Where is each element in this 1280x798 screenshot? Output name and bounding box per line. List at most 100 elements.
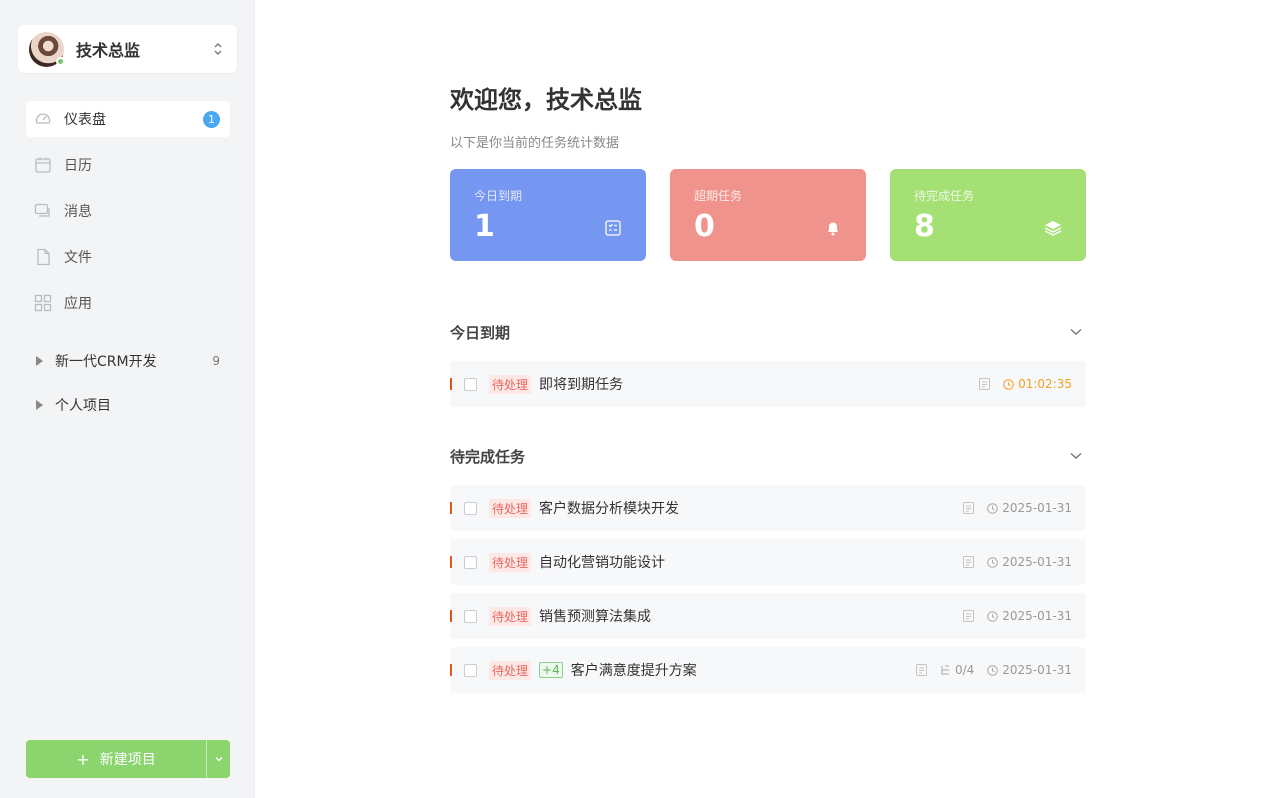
status-badge: 待处理	[489, 660, 532, 680]
stat-card-overdue[interactable]: 超期任务 0	[670, 169, 866, 261]
task-row[interactable]: 待处理 即将到期任务 01:02:35	[450, 361, 1086, 407]
calendar-icon	[34, 156, 52, 174]
section-title: 待完成任务	[450, 447, 526, 466]
nav-item-calendar[interactable]: 日历	[26, 147, 230, 183]
document-icon	[962, 610, 974, 622]
chevron-down-icon[interactable]	[1068, 324, 1084, 340]
plus-icon: +	[76, 749, 90, 769]
task-name: 自动化营销功能设计	[539, 555, 666, 571]
checklist-icon	[604, 219, 622, 237]
clock-icon	[986, 610, 998, 622]
clock-icon	[986, 556, 998, 568]
stat-card-due-today[interactable]: 今日到期 1	[450, 169, 646, 261]
sidebar: 技术总监 仪表盘 1 日历 消息 文件 应用 新一代CRM开发 9 个人项目 +…	[0, 0, 255, 798]
priority-bar	[450, 610, 452, 622]
task-checkbox[interactable]	[464, 663, 477, 677]
dashboard-icon	[34, 110, 52, 128]
stat-label: 今日到期	[474, 189, 523, 203]
expand-triangle-icon[interactable]	[36, 400, 43, 410]
extra-tag-count: +4	[539, 662, 563, 678]
chevron-up-down-icon	[207, 38, 229, 60]
nav-item-dashboard[interactable]: 仪表盘 1	[26, 101, 230, 137]
document-icon	[978, 378, 990, 390]
task-name: 客户数据分析模块开发	[539, 501, 680, 517]
priority-bar	[450, 378, 452, 390]
new-project-dropdown-button[interactable]	[206, 740, 230, 778]
user-name: 技术总监	[76, 41, 141, 60]
project-count: 9	[212, 354, 220, 368]
online-status-dot	[56, 56, 65, 66]
page-subtitle: 以下是你当前的任务统计数据	[450, 136, 620, 151]
section-title: 今日到期	[450, 323, 511, 342]
priority-bar	[450, 556, 452, 568]
priority-bar	[450, 502, 452, 514]
subtask-icon	[940, 665, 951, 676]
clock-icon	[986, 502, 998, 514]
task-checkbox[interactable]	[464, 609, 477, 623]
nav-item-label: 仪表盘	[64, 112, 106, 128]
status-badge: 待处理	[489, 606, 532, 626]
new-project-split-button: + 新建项目	[26, 740, 230, 778]
task-checkbox[interactable]	[464, 377, 477, 391]
clock-icon	[1002, 378, 1014, 390]
priority-bar	[450, 664, 452, 676]
status-badge: 待处理	[489, 374, 532, 394]
due-date-text: 2025-01-31	[1002, 555, 1072, 569]
due-time: 01:02:35	[1018, 377, 1072, 391]
user-switcher[interactable]: 技术总监	[18, 25, 237, 73]
chevron-down-icon[interactable]	[1068, 448, 1084, 464]
nav-item-label: 文件	[64, 250, 92, 266]
section-header-today[interactable]: 今日到期	[450, 320, 1086, 344]
project-label: 个人项目	[55, 398, 111, 414]
task-row[interactable]: 待处理 客户数据分析模块开发 2025-01-31	[450, 485, 1086, 531]
task-row[interactable]: 待处理 销售预测算法集成 2025-01-31	[450, 593, 1086, 639]
new-project-button[interactable]: + 新建项目	[26, 740, 206, 778]
nav-item-files[interactable]: 文件	[26, 239, 230, 275]
due-date: 2025-01-31	[986, 609, 1072, 623]
nav-item-messages[interactable]: 消息	[26, 193, 230, 229]
file-icon	[34, 248, 52, 266]
stat-label: 待完成任务	[914, 189, 975, 203]
stat-card-pending[interactable]: 待完成任务 8	[890, 169, 1086, 261]
layers-icon	[1044, 219, 1062, 237]
subtask-count: 0/4	[954, 663, 975, 677]
document-icon	[916, 664, 928, 676]
due-date-text: 2025-01-31	[1002, 609, 1072, 623]
task-checkbox[interactable]	[464, 555, 477, 569]
task-name: 即将到期任务	[539, 377, 624, 393]
bell-icon	[824, 219, 842, 237]
avatar	[29, 31, 65, 67]
due-date: 2025-01-31	[986, 501, 1072, 515]
nav-item-label: 消息	[64, 204, 92, 220]
message-icon	[34, 202, 52, 220]
due-date: 2025-01-31	[986, 663, 1072, 677]
clock-icon	[986, 664, 998, 676]
task-row[interactable]: 待处理 自动化营销功能设计 2025-01-31	[450, 539, 1086, 585]
project-item-crm[interactable]: 新一代CRM开发 9	[26, 342, 230, 380]
expand-triangle-icon[interactable]	[36, 356, 43, 366]
document-icon	[962, 556, 974, 568]
notification-badge: 1	[203, 111, 220, 128]
status-badge: 待处理	[489, 498, 532, 518]
due-date-text: 2025-01-31	[1002, 501, 1072, 515]
due-date: 2025-01-31	[986, 555, 1072, 569]
stat-label: 超期任务	[694, 189, 743, 203]
page-title: 欢迎您，技术总监	[450, 86, 642, 114]
new-project-label: 新建项目	[99, 752, 156, 768]
section-header-pending[interactable]: 待完成任务	[450, 444, 1086, 468]
nav-item-apps[interactable]: 应用	[26, 285, 230, 321]
project-label: 新一代CRM开发	[55, 354, 157, 370]
subtask-progress: 0/4	[940, 663, 974, 677]
task-name: 客户满意度提升方案	[570, 663, 697, 679]
project-item-personal[interactable]: 个人项目	[26, 386, 230, 424]
task-name: 销售预测算法集成	[539, 609, 652, 625]
due-countdown: 01:02:35	[1002, 377, 1072, 391]
nav-item-label: 日历	[64, 158, 92, 174]
chevron-down-icon	[215, 757, 222, 762]
task-row[interactable]: 待处理 +4 客户满意度提升方案 0/4 2025-01-31	[450, 647, 1086, 693]
nav-item-label: 应用	[64, 296, 92, 312]
project-list: 新一代CRM开发 9 个人项目	[26, 342, 230, 430]
apps-icon	[34, 294, 52, 312]
document-icon	[962, 502, 974, 514]
task-checkbox[interactable]	[464, 501, 477, 515]
